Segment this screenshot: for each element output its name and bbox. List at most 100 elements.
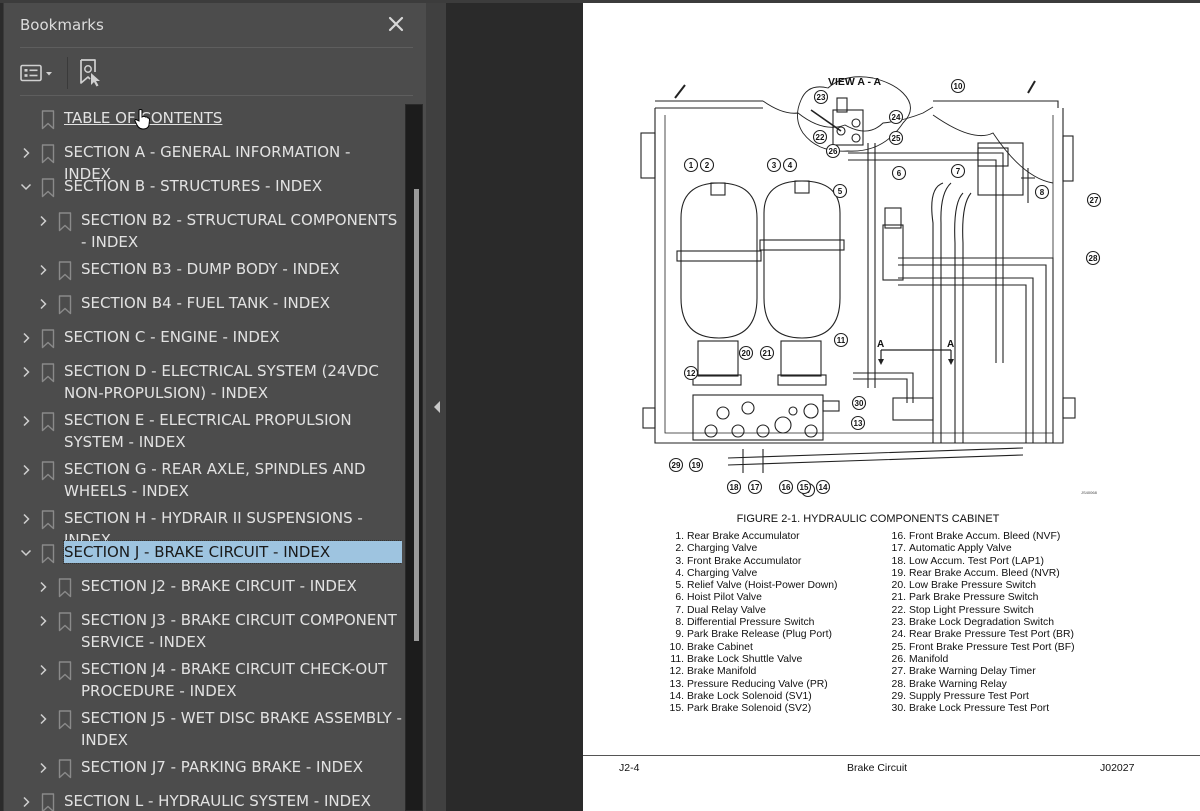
divider	[20, 47, 413, 48]
legend-text: Manifold	[909, 653, 949, 665]
footer-title: Brake Circuit	[847, 762, 908, 774]
legend-number: 29.	[891, 690, 906, 702]
chevron-right-icon[interactable]	[37, 213, 49, 227]
bookmark-label[interactable]: SECTION J2 - BRAKE CIRCUIT - INDEX	[81, 575, 402, 597]
legend-number: 3.	[675, 555, 684, 567]
legend-number: 8.	[675, 617, 684, 629]
callout-number: 27	[1090, 196, 1099, 205]
bookmark-label[interactable]: SECTION J4 - BRAKE CIRCUIT CHECK-OUT PRO…	[81, 658, 402, 702]
legend-item: 23. Brake Lock Degradation Switch	[889, 617, 1075, 629]
chevron-right-icon[interactable]	[20, 413, 32, 427]
figure-callout: 29	[668, 457, 684, 473]
figure-callout: 21	[759, 345, 775, 361]
chevron-right-icon[interactable]	[37, 613, 49, 627]
figure-callout: 28	[1085, 250, 1101, 266]
legend-item: 21. Park Brake Pressure Switch	[889, 592, 1075, 604]
chevron-right-icon[interactable]	[20, 364, 32, 378]
figure-callout: 10	[950, 78, 966, 94]
legend-number: 9.	[675, 629, 684, 641]
legend-item: 24. Rear Brake Pressure Test Port (BR)	[889, 629, 1075, 641]
legend-item: 30. Brake Lock Pressure Test Port	[889, 703, 1075, 715]
chevron-right-icon[interactable]	[37, 711, 49, 725]
bookmark-icon	[58, 261, 72, 281]
scrollbar-thumb[interactable]	[414, 189, 419, 641]
chevron-right-icon[interactable]	[37, 262, 49, 276]
document-code: J02027	[1100, 762, 1135, 774]
chevron-right-icon[interactable]	[37, 296, 49, 310]
legend-text: Rear Brake Pressure Test Port (BR)	[909, 629, 1074, 641]
chevron-down-icon[interactable]	[20, 545, 32, 559]
legend-item: 12. Brake Manifold	[667, 666, 838, 678]
bookmark-options-button[interactable]	[20, 61, 62, 85]
legend-item: 22. Stop Light Pressure Switch	[889, 605, 1075, 617]
bookmark-label[interactable]: SECTION E - ELECTRICAL PROPULSION SYSTEM…	[64, 409, 402, 453]
bookmark-label[interactable]: SECTION G - REAR AXLE, SPINDLES AND WHEE…	[64, 458, 402, 502]
legend-number: 26.	[891, 653, 906, 665]
legend-text: Brake Manifold	[687, 666, 757, 678]
figure-caption: FIGURE 2-1. HYDRAULIC COMPONENTS CABINET	[736, 513, 1000, 525]
callout-number: 18	[730, 483, 739, 492]
bookmark-icon	[41, 510, 55, 530]
callout-number: 22	[816, 133, 825, 142]
legend-text: Brake Cabinet	[687, 641, 753, 653]
bookmark-label[interactable]: SECTION D - ELECTRICAL SYSTEM (24VDC NON…	[64, 360, 402, 404]
bookmark-label[interactable]: TABLE OF CONTENTS	[64, 107, 402, 129]
hand-cursor-icon	[133, 108, 151, 130]
legend-number: 28.	[891, 678, 906, 690]
bookmark-label[interactable]: SECTION B2 - STRUCTURAL COMPONENTS - IND…	[81, 209, 402, 253]
figure-callout: 14	[815, 479, 831, 495]
bookmark-icon	[58, 612, 72, 632]
figure-callout: 4	[782, 157, 798, 173]
legend-item: 10. Brake Cabinet	[667, 642, 838, 654]
legend-item: 3. Front Brake Accumulator	[667, 556, 838, 568]
chevron-right-icon[interactable]	[37, 760, 49, 774]
callout-number: 7	[956, 167, 961, 176]
figure-callout: 3	[766, 157, 782, 173]
bookmark-label[interactable]: SECTION J7 - PARKING BRAKE - INDEX	[81, 756, 402, 778]
bookmark-label[interactable]: SECTION J5 - WET DISC BRAKE ASSEMBLY - I…	[81, 707, 402, 751]
chevron-right-icon[interactable]	[37, 579, 49, 593]
figure-callout: 18	[726, 479, 742, 495]
bookmark-label[interactable]: SECTION J3 - BRAKE CIRCUIT COMPONENT SER…	[81, 609, 402, 653]
legend-text: Differential Pressure Switch	[687, 617, 815, 629]
chevron-right-icon[interactable]	[37, 662, 49, 676]
chevron-right-icon[interactable]	[20, 794, 32, 808]
legend-text: Low Accum. Test Port (LAP1)	[909, 555, 1044, 567]
bookmark-tree: TABLE OF CONTENTS SECTION A - GENERAL INF…	[4, 101, 402, 811]
bookmark-icon	[41, 144, 55, 164]
legend-item: 26. Manifold	[889, 654, 1075, 666]
callout-number: 12	[687, 369, 696, 378]
chevron-right-icon[interactable]	[20, 462, 32, 476]
figure-callout: 16	[778, 479, 794, 495]
legend-item: 1. Rear Brake Accumulator	[667, 531, 838, 543]
bookmark-icon	[41, 178, 55, 198]
hydraulic-cabinet-figure: VIEW A - A A A JS40068 12345678910111213…	[640, 76, 1102, 498]
bookmark-icon	[41, 461, 55, 481]
figure-callout: 25	[888, 130, 904, 146]
callout-number: 23	[817, 93, 826, 102]
bookmark-icon	[58, 295, 72, 315]
collapse-panel-button[interactable]	[433, 399, 441, 413]
callout-number: 15	[800, 483, 809, 492]
bookmark-label[interactable]: SECTION C - ENGINE - INDEX	[64, 326, 402, 348]
chevron-down-icon[interactable]	[20, 179, 32, 193]
bookmark-icon	[41, 544, 55, 564]
bookmark-label[interactable]: SECTION L - HYDRAULIC SYSTEM - INDEX	[64, 790, 402, 811]
legend-number: 21.	[891, 592, 906, 604]
chevron-right-icon[interactable]	[20, 330, 32, 344]
close-panel-button[interactable]	[385, 13, 407, 35]
bookmark-label[interactable]: SECTION B3 - DUMP BODY - INDEX	[81, 258, 402, 280]
collapse-left-icon	[434, 401, 440, 413]
bookmark-label[interactable]: SECTION J - BRAKE CIRCUIT - INDEX	[63, 540, 402, 564]
bookmark-icon	[41, 363, 55, 383]
bookmark-label[interactable]: SECTION B - STRUCTURES - INDEX	[64, 175, 402, 197]
chevron-right-icon[interactable]	[20, 145, 32, 159]
legend-number: 6.	[675, 592, 684, 604]
chevron-right-icon[interactable]	[20, 511, 32, 525]
legend-number: 10.	[669, 641, 684, 653]
page-number: J2-4	[619, 762, 640, 774]
find-current-bookmark-button[interactable]	[78, 58, 104, 88]
legend-item: 19. Rear Brake Accum. Bleed (NVR)	[889, 568, 1075, 580]
bookmark-label[interactable]: SECTION B4 - FUEL TANK - INDEX	[81, 292, 402, 314]
figure-callout: 2	[699, 157, 715, 173]
